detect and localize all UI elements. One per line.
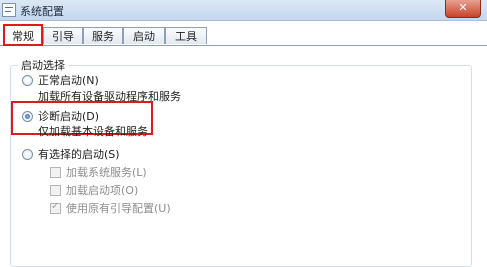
load-startup-items-label: 加载启动项(O) [66,184,139,197]
load-startup-items-checkbox[interactable] [50,185,61,196]
use-original-boot-config-checkbox[interactable] [50,201,61,214]
tab-startup[interactable]: 启动 [123,27,165,44]
tab-boot[interactable]: 引导 [43,27,83,44]
selective-startup-label[interactable]: 有选择的启动(S) [38,146,120,162]
window-title: 系统配置 [20,5,64,18]
tab-general[interactable]: 常规 [3,24,43,46]
title-bar: 系统配置 ✕ [0,0,487,21]
diagnostic-startup-radio[interactable] [22,111,33,122]
general-tab-panel: 启动选择 正常启动(N) 加载所有设备驱动程序和服务 诊断启动(D) 仅加载基本… [0,45,487,267]
normal-startup-radio[interactable] [22,75,33,86]
msconfig-app-icon [2,3,16,17]
diagnostic-startup-description: 仅加载基本设备和服务 [38,125,148,138]
selective-startup-radio[interactable] [22,149,33,160]
diagnostic-startup-label[interactable]: 诊断启动(D) [38,108,99,124]
load-system-services-checkbox[interactable] [50,167,61,178]
tab-strip: 常规 引导 服务 启动 工具 [0,24,487,46]
startup-selection-label: 启动选择 [18,57,68,73]
tab-tools[interactable]: 工具 [165,27,207,44]
load-system-services-label: 加载系统服务(L) [66,166,147,179]
tab-services[interactable]: 服务 [83,27,123,44]
use-original-boot-config-label: 使用原有引导配置(U) [66,202,171,215]
normal-startup-label[interactable]: 正常启动(N) [38,72,99,88]
close-button[interactable]: ✕ [445,0,481,18]
